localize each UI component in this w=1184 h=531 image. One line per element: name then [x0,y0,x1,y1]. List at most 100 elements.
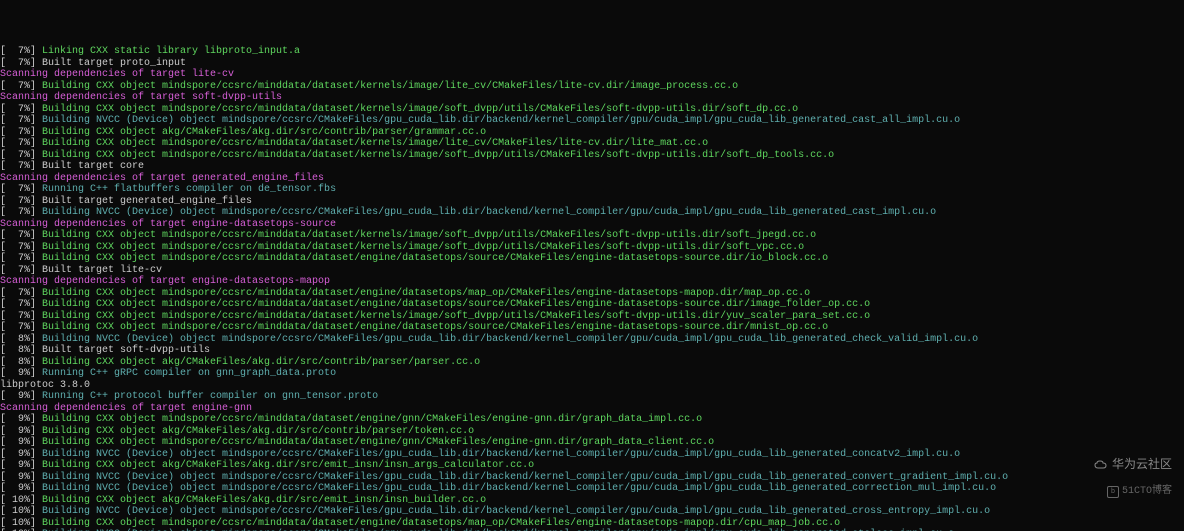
log-text: Building CXX object mindspore/ccsrc/mind… [42,230,816,241]
log-text: Building NVCC (Device) object mindspore/… [42,529,954,531]
terminal-line: [ 9%] Running C++ protocol buffer compil… [0,391,1184,403]
log-text: Built target core [42,161,144,172]
log-text: libprotoc 3.8.0 [0,380,90,391]
terminal-line: [ 9%] Building NVCC (Device) object mind… [0,472,1184,484]
progress-pct: [ 9%] [0,483,42,494]
progress-pct: [ 7%] [0,150,42,161]
terminal-line: Scanning dependencies of target engine-d… [0,276,1184,288]
terminal-line: [ 8%] Built target soft-dvpp-utils [0,345,1184,357]
log-text: Building CXX object mindspore/ccsrc/mind… [42,322,828,333]
progress-pct: [ 10%] [0,529,42,531]
log-text: Building CXX object akg/CMakeFiles/akg.d… [42,495,486,506]
progress-pct: [ 7%] [0,196,42,207]
terminal-line: Scanning dependencies of target engine-d… [0,219,1184,231]
terminal-line: [ 7%] Building CXX object mindspore/ccsr… [0,288,1184,300]
terminal-line: [ 10%] Building CXX object akg/CMakeFile… [0,495,1184,507]
progress-pct: [ 8%] [0,345,42,356]
log-text: Running C++ flatbuffers compiler on de_t… [42,184,336,195]
terminal-output: [ 7%] Linking CXX static library libprot… [0,46,1184,531]
watermark: 华为云社区 b51CTO博客 [1080,449,1172,509]
log-text: Building NVCC (Device) object mindspore/… [42,115,960,126]
watermark-text: 华为云社区 [1112,459,1172,473]
terminal-line: [ 7%] Building CXX object mindspore/ccsr… [0,150,1184,162]
log-text: Building CXX object mindspore/ccsrc/mind… [42,150,834,161]
log-text: Built target soft-dvpp-utils [42,345,210,356]
terminal-line: [ 7%] Building CXX object mindspore/ccsr… [0,253,1184,265]
terminal-line: [ 9%] Running C++ gRPC compiler on gnn_g… [0,368,1184,380]
terminal-line: libprotoc 3.8.0 [0,380,1184,392]
log-text: Building CXX object mindspore/ccsrc/mind… [42,414,702,425]
progress-pct: [ 7%] [0,104,42,115]
progress-pct: [ 7%] [0,46,42,57]
terminal-line: [ 7%] Building CXX object mindspore/ccsr… [0,138,1184,150]
terminal-line: [ 8%] Building CXX object akg/CMakeFiles… [0,357,1184,369]
progress-pct: [ 7%] [0,299,42,310]
terminal-line: [ 7%] Built target core [0,161,1184,173]
progress-pct: [ 7%] [0,253,42,264]
log-text: Building NVCC (Device) object mindspore/… [42,449,960,460]
watermark-subtext: b51CTO博客 [1080,486,1172,498]
progress-pct: [ 7%] [0,161,42,172]
log-text: Building NVCC (Device) object mindspore/… [42,483,996,494]
progress-pct: [ 7%] [0,242,42,253]
progress-pct: [ 7%] [0,138,42,149]
progress-pct: [ 10%] [0,506,42,517]
terminal-line: [ 7%] Building NVCC (Device) object mind… [0,207,1184,219]
terminal-line: [ 10%] Building NVCC (Device) object min… [0,529,1184,531]
log-text: Building CXX object akg/CMakeFiles/akg.d… [42,357,480,368]
log-text: Running C++ protocol buffer compiler on … [42,391,378,402]
terminal-line: [ 7%] Building CXX object akg/CMakeFiles… [0,127,1184,139]
log-text: Building NVCC (Device) object mindspore/… [42,506,990,517]
progress-pct: [ 7%] [0,127,42,138]
terminal-line: [ 8%] Building NVCC (Device) object mind… [0,334,1184,346]
terminal-line: [ 7%] Building CXX object mindspore/ccsr… [0,322,1184,334]
log-text: Building CXX object mindspore/ccsrc/mind… [42,437,714,448]
log-text: Building CXX object akg/CMakeFiles/akg.d… [42,460,534,471]
terminal-line: [ 7%] Building CXX object mindspore/ccsr… [0,242,1184,254]
progress-pct: [ 7%] [0,207,42,218]
log-text: Building CXX object akg/CMakeFiles/akg.d… [42,426,474,437]
log-text: Scanning dependencies of target engine-d… [0,276,330,287]
log-text: Building CXX object mindspore/ccsrc/mind… [42,138,708,149]
progress-pct: [ 7%] [0,230,42,241]
progress-pct: [ 7%] [0,288,42,299]
log-text: Scanning dependencies of target lite-cv [0,69,234,80]
progress-pct: [ 7%] [0,311,42,322]
log-text: Building CXX object mindspore/ccsrc/mind… [42,81,738,92]
log-text: Building NVCC (Device) object mindspore/… [42,207,936,218]
terminal-line: Scanning dependencies of target lite-cv [0,69,1184,81]
terminal-line: [ 10%] Building NVCC (Device) object min… [0,506,1184,518]
terminal-line: [ 7%] Linking CXX static library libprot… [0,46,1184,58]
terminal-line: [ 7%] Building CXX object mindspore/ccsr… [0,230,1184,242]
log-text: Building CXX object mindspore/ccsrc/mind… [42,104,798,115]
terminal-line: Scanning dependencies of target generate… [0,173,1184,185]
terminal-line: [ 7%] Building CXX object mindspore/ccsr… [0,299,1184,311]
log-text: Building CXX object akg/CMakeFiles/akg.d… [42,127,486,138]
log-text: Built target lite-cv [42,265,162,276]
terminal-line: Scanning dependencies of target engine-g… [0,403,1184,415]
terminal-line: [ 7%] Built target generated_engine_file… [0,196,1184,208]
progress-pct: [ 7%] [0,265,42,276]
terminal-line: [ 9%] Building NVCC (Device) object mind… [0,449,1184,461]
log-text: Building CXX object mindspore/ccsrc/mind… [42,288,810,299]
log-text: Linking CXX static library libproto_inpu… [42,46,300,57]
log-text: Built target proto_input [42,58,186,69]
progress-pct: [ 10%] [0,518,42,529]
progress-pct: [ 9%] [0,472,42,483]
log-text: Scanning dependencies of target generate… [0,173,324,184]
progress-pct: [ 9%] [0,426,42,437]
progress-pct: [ 10%] [0,495,42,506]
log-text: Building CXX object mindspore/ccsrc/mind… [42,518,840,529]
terminal-line: [ 7%] Building NVCC (Device) object mind… [0,115,1184,127]
terminal-line: [ 9%] Building NVCC (Device) object mind… [0,483,1184,495]
terminal-line: [ 9%] Building CXX object mindspore/ccsr… [0,414,1184,426]
progress-pct: [ 9%] [0,449,42,460]
log-text: Building CXX object mindspore/ccsrc/mind… [42,311,870,322]
log-text: Running C++ gRPC compiler on gnn_graph_d… [42,368,336,379]
progress-pct: [ 7%] [0,115,42,126]
log-text: Building NVCC (Device) object mindspore/… [42,472,1008,483]
terminal-line: [ 9%] Building CXX object akg/CMakeFiles… [0,426,1184,438]
log-text: Building CXX object mindspore/ccsrc/mind… [42,242,804,253]
log-text: Built target generated_engine_files [42,196,252,207]
terminal-line: [ 7%] Building CXX object mindspore/ccsr… [0,104,1184,116]
